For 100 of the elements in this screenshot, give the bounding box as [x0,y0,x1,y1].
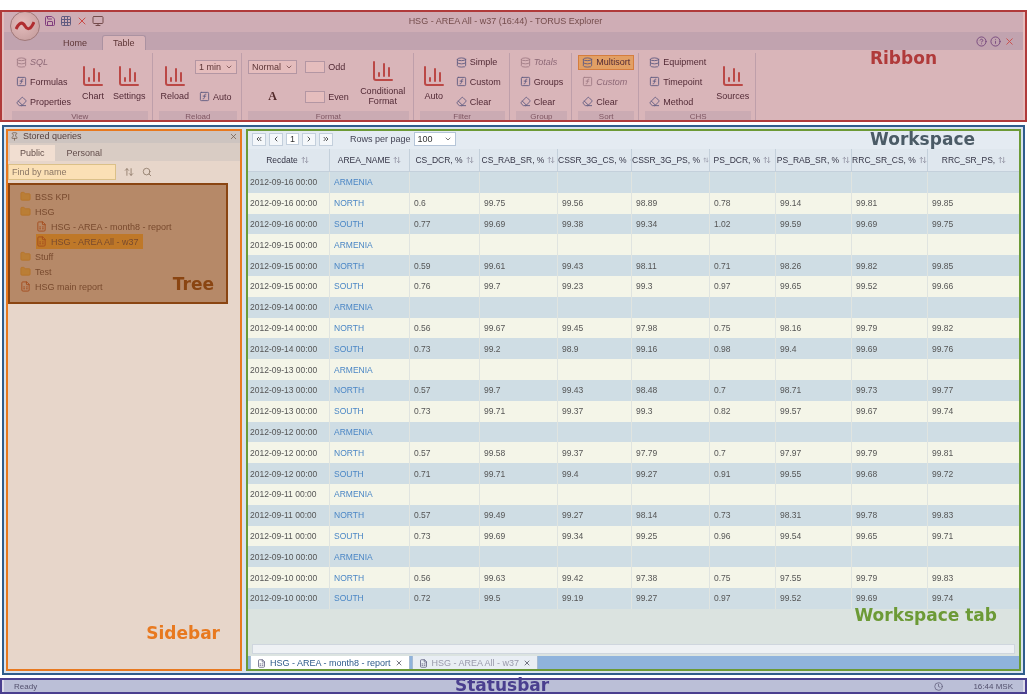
column-header[interactable]: RRC_SR_PS, [928,149,1021,172]
previous-page-button[interactable] [269,132,283,146]
annotation-label: Workspace [870,131,975,148]
ribbon-button[interactable]: Properties [12,94,76,110]
close-icon[interactable] [229,131,238,141]
page-number[interactable]: 1 [286,133,299,145]
table-cell: 99.27 [558,504,632,526]
color-dropdown[interactable]: Even [301,88,353,105]
column-header[interactable]: CSSR_3G_CS, % [558,149,632,172]
ribbon-button[interactable]: Reload [158,61,192,103]
table-cell: 99.71 [480,400,558,422]
column-header[interactable]: CS_RAB_SR, % [480,149,558,172]
table-cell: 99.61 [480,255,558,276]
info-icon[interactable] [990,36,1001,47]
column-header[interactable]: Recdate [246,149,330,172]
column-header[interactable]: RRC_SR_CS, % [852,149,928,172]
save-icon[interactable] [44,15,56,27]
ribbon-button[interactable]: Multisort [578,54,635,70]
ribbon-button[interactable]: Equipment [645,54,711,70]
horizontal-scrollbar[interactable] [252,644,1015,654]
table-cell: 97.97 [776,442,852,464]
ribbon-button[interactable]: Clear [515,94,568,110]
column-header[interactable]: PS_RAB_SR, % [776,149,852,172]
table-cell: NORTH [330,317,410,339]
ribbon-button[interactable]: Auto [419,61,448,103]
help-icon[interactable] [976,36,987,47]
folder-icon [20,251,31,262]
ribbon-button[interactable]: Auto [195,89,238,104]
eraser-icon [519,96,531,108]
panel-tab[interactable]: Personal [56,145,113,161]
table-cell: 99.82 [852,255,928,276]
ribbon-button[interactable]: Conditional Format [356,56,409,108]
sort-icon [842,156,851,164]
caret-icon [285,63,294,71]
dropdown[interactable]: Normal [248,60,298,74]
ribbon-tab[interactable]: Table [102,35,146,50]
close-icon[interactable] [394,659,403,667]
column-header[interactable]: CS_DCR, % [410,149,480,172]
table-cell: ARMENIA [330,421,410,443]
app-logo-icon[interactable] [10,11,40,41]
ribbon-button[interactable]: Timepoint [645,74,711,90]
function-icon [455,76,467,88]
ribbon-button[interactable]: Custom [451,74,505,90]
dropdown[interactable]: 1 min [195,60,238,74]
ribbon-button[interactable]: Groups [515,74,568,90]
last-page-button[interactable] [319,132,333,146]
folder-icon [20,206,31,217]
sort-icon [547,156,556,164]
ribbon-tab[interactable]: Home [52,35,98,50]
table-cell: NORTH [330,442,410,464]
pin-icon[interactable] [10,131,19,141]
table-cell: 99.16 [632,338,710,360]
previous-page-icon [272,135,280,143]
eraser-icon [582,96,594,108]
sort-icon [393,156,402,164]
table-cell: 2012-09-13 00:00 [246,359,330,380]
table-cell: 0.78 [710,192,776,214]
ribbon-button[interactable]: Simple [451,54,505,70]
group-title: View [12,111,148,122]
column-header[interactable]: CSSR_3G_PS, % [632,149,710,172]
close-icon[interactable] [523,659,532,667]
grid-icon[interactable] [60,15,72,27]
font-size-button[interactable]: A [248,89,298,104]
table-cell: 2012-09-14 00:00 [246,338,330,360]
first-page-button[interactable] [252,132,266,146]
search-icon[interactable] [142,167,152,177]
rows-per-page-label: Rows per page [350,134,411,144]
ribbon-button[interactable]: Clear [451,94,505,110]
color-dropdown[interactable]: Odd [301,59,353,76]
ribbon-button[interactable]: Method [645,94,711,110]
close-icon[interactable] [1004,36,1015,47]
column-header[interactable]: AREA_NAME [330,149,410,172]
table-cell: 97.55 [776,567,852,588]
document-icon [257,658,266,668]
table-cell: 0.56 [410,317,480,339]
ribbon-button[interactable]: Clear [578,94,635,110]
panel-tab[interactable]: Public [10,145,55,161]
database-icon [582,56,594,68]
ribbon-button[interactable]: Formulas [12,74,76,90]
table-cell: 99.67 [480,317,558,339]
sort-icon[interactable] [124,167,134,177]
close-icon[interactable] [76,15,88,27]
chart-icon [421,63,446,88]
table-cell: 98.89 [632,192,710,214]
tree-item-label: BSS KPI [35,191,70,202]
table-cell: 0.73 [410,525,480,547]
table-cell: 2012-09-10 00:00 [246,546,330,568]
ribbon-button[interactable]: Sources [714,61,752,103]
ribbon-button[interactable]: Settings [111,61,148,103]
table-cell: 99.43 [558,379,632,401]
table-cell: SOUTH [330,587,410,609]
next-page-button[interactable] [302,132,316,146]
search-field[interactable]: Find by name [8,164,116,180]
monitor-icon[interactable] [92,15,104,27]
table-cell: 99.81 [852,192,928,214]
rows-per-page-dropdown[interactable]: 100 [413,132,456,146]
ribbon-button[interactable]: Chart [79,61,108,103]
column-header[interactable]: PS_DCR, % [710,149,776,172]
chart-icon [117,63,142,88]
table-cell: ARMENIA [330,359,410,380]
